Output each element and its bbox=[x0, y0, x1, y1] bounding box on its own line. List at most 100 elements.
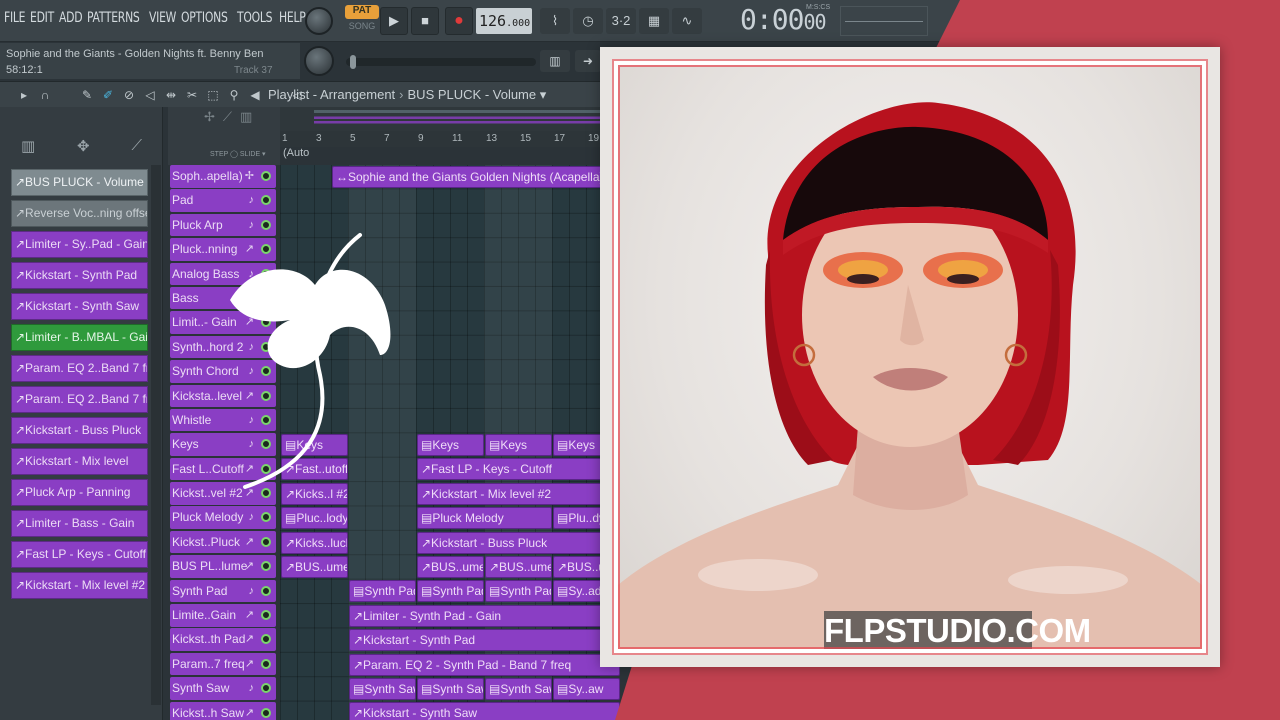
track-header-item[interactable]: Pluck Melody ♪ bbox=[170, 506, 276, 529]
breadcrumb-playlist[interactable]: Playlist - Arrangement bbox=[268, 87, 395, 102]
tempo-display[interactable]: 126.000 bbox=[476, 8, 532, 34]
picker-scrollbar[interactable] bbox=[151, 165, 161, 705]
playlist-clip[interactable]: ▤Pluc..lody bbox=[281, 507, 348, 530]
magnet-icon[interactable]: ∩ bbox=[37, 87, 53, 103]
menu-arrow-icon[interactable]: ▸ bbox=[16, 87, 32, 103]
breadcrumb[interactable]: Playlist - Arrangement › BUS PLUCK - Volum… bbox=[268, 87, 546, 103]
pattern-icon[interactable]: ▥ bbox=[21, 137, 35, 163]
picker-clip[interactable]: ↗Reverse Voc..ning offset bbox=[11, 200, 148, 227]
zoom-icon[interactable]: ⚲ bbox=[226, 87, 242, 103]
track-header-item[interactable]: Soph..apella) ✢ bbox=[170, 165, 276, 188]
playlist-clip[interactable]: ↗Kickstart - Mix level #2 bbox=[417, 482, 620, 505]
piano-roll-icon[interactable]: ▥ bbox=[540, 50, 570, 72]
picker-clip[interactable]: ↗BUS PLUCK - Volume bbox=[11, 169, 148, 196]
automation-icon[interactable]: ⟋ bbox=[132, 137, 143, 163]
menu-file[interactable]: FILE bbox=[4, 10, 26, 26]
slider-handle[interactable] bbox=[350, 55, 356, 69]
playlist-clip[interactable]: ▤Keys bbox=[417, 433, 484, 456]
picker-clip[interactable]: ↗Kickstart - Mix level #2 bbox=[11, 572, 148, 599]
picker-clip[interactable]: ↗Kickstart - Buss Pluck bbox=[11, 417, 148, 444]
timeline-ruler[interactable]: 1 3 5 7 9 11 13 15 17 19 bbox=[280, 131, 600, 147]
picker-clip[interactable]: ↗Fast LP - Keys - Cutoff bbox=[11, 541, 148, 568]
playlist-clip[interactable]: ↗BUS..ume bbox=[485, 555, 552, 578]
mute-icon[interactable]: ◁ bbox=[142, 87, 158, 103]
picker-clip[interactable]: ↗Param. EQ 2..Band 7 freq bbox=[11, 355, 148, 382]
track-mute-led[interactable] bbox=[261, 195, 271, 206]
next-icon[interactable]: ➜ bbox=[575, 50, 601, 72]
brush-icon[interactable]: ✐ bbox=[100, 87, 116, 103]
track-mute-led[interactable] bbox=[261, 561, 271, 572]
picker-clip[interactable]: ↗Kickstart - Synth Pad bbox=[11, 262, 148, 289]
slice-icon[interactable]: ✂ bbox=[184, 87, 200, 103]
metronome-icon[interactable]: ◷ bbox=[573, 8, 603, 34]
playlist-clip[interactable]: ▤Synth Pad bbox=[417, 580, 484, 603]
menu-help[interactable]: HELP bbox=[279, 10, 306, 26]
playlist-clip[interactable]: ↗Kickstart - Buss Pluck bbox=[417, 531, 620, 554]
playlist-clip[interactable]: ▤Synth Saw bbox=[485, 677, 552, 700]
select-icon[interactable]: ⬚ bbox=[205, 87, 221, 103]
track-header-item[interactable]: Kickst..Pluck ↗ bbox=[170, 530, 276, 554]
playlist-clip[interactable]: ▤Keys bbox=[485, 433, 552, 456]
picker-clip[interactable]: ↗Param. EQ 2..Band 7 freq bbox=[11, 386, 148, 413]
track-header-item[interactable]: Limite..Gain ↗ bbox=[170, 604, 276, 627]
delete-icon[interactable]: ⊘ bbox=[121, 87, 137, 103]
slip-icon[interactable]: ⇹ bbox=[163, 87, 179, 103]
playlist-clip[interactable]: ↗Limiter - Synth Pad - Gain bbox=[349, 604, 620, 627]
track-header-item[interactable]: Kickst..th Pad ↗ bbox=[170, 628, 276, 651]
playlist-clip[interactable]: ▤Synth Pad bbox=[485, 580, 552, 603]
song-position-slider[interactable] bbox=[346, 55, 536, 69]
playlist-clip[interactable]: ▤Synth Saw bbox=[349, 677, 416, 700]
main-pitch-knob[interactable] bbox=[304, 46, 334, 76]
playlist-clip[interactable]: ↗BUS..ume bbox=[281, 555, 348, 578]
step-icon[interactable]: 3·2 bbox=[606, 8, 636, 34]
track-mute-led[interactable] bbox=[261, 536, 271, 547]
playlist-clip[interactable]: ▤Sy..aw bbox=[553, 677, 620, 700]
playback-icon[interactable]: ◀ bbox=[247, 87, 263, 103]
track-mute-led[interactable] bbox=[261, 610, 271, 621]
track-mute-led[interactable] bbox=[261, 171, 271, 181]
playlist-clip[interactable]: ▤Pluck Melody bbox=[417, 507, 552, 530]
track-mute-led[interactable] bbox=[261, 683, 271, 694]
track-mute-led[interactable] bbox=[261, 634, 271, 645]
playlist-clip[interactable]: ▤Synth Pad bbox=[349, 580, 416, 603]
playlist-clip[interactable]: ▤Synth Saw bbox=[417, 677, 484, 700]
mixer-icon[interactable]: ▦ bbox=[639, 8, 669, 34]
audio-icon[interactable]: ✥ bbox=[77, 137, 90, 163]
track-header-item[interactable]: Pad ♪ bbox=[170, 189, 276, 212]
picker-clip[interactable]: ↗Limiter - Sy..Pad - Gain bbox=[11, 231, 148, 258]
playlist-clip[interactable]: ↗Fast LP - Keys - Cutoff bbox=[417, 458, 620, 481]
menu-add[interactable]: ADD bbox=[59, 10, 83, 26]
stop-button[interactable]: ■ bbox=[411, 7, 439, 35]
menu-tools[interactable]: TOOLS bbox=[237, 10, 273, 26]
picker-clip[interactable]: ↗Pluck Arp - Panning bbox=[11, 479, 148, 506]
breadcrumb-clip[interactable]: BUS PLUCK - Volume bbox=[408, 87, 537, 102]
track-header-item[interactable]: Synth Saw ♪ bbox=[170, 677, 276, 700]
play-button[interactable]: ▶ bbox=[380, 7, 408, 35]
waveform-icon[interactable]: ∿ bbox=[672, 8, 702, 34]
track-mute-led[interactable] bbox=[261, 707, 271, 718]
menu-options[interactable]: OPTIONS bbox=[181, 10, 228, 26]
track-mute-led[interactable] bbox=[261, 512, 271, 523]
track-header-item[interactable]: Synth Pad ♪ bbox=[170, 579, 276, 603]
menu-view[interactable]: VIEW bbox=[149, 10, 176, 26]
playlist-clip[interactable]: ↗Kicks..luck bbox=[281, 531, 348, 554]
track-header-item[interactable]: Kickst..h Saw ↗ bbox=[170, 701, 276, 720]
menu-patterns[interactable]: PATTERNS bbox=[87, 10, 140, 26]
pencil-icon[interactable]: ✎ bbox=[79, 87, 95, 103]
pat-song-toggle[interactable]: PAT SONG bbox=[345, 5, 379, 37]
link-icon[interactable]: ⟋ bbox=[223, 109, 232, 125]
picker-clip[interactable]: ↗Limiter - Bass - Gain bbox=[11, 510, 148, 537]
playlist-clip[interactable]: ↗BUS..ume bbox=[417, 555, 484, 578]
picker-clip[interactable]: ↗Kickstart - Synth Saw bbox=[11, 293, 148, 320]
record-button[interactable]: ● bbox=[445, 7, 473, 35]
track-mute-led[interactable] bbox=[261, 658, 271, 669]
track-header-item[interactable]: BUS PL..lume ↗ bbox=[170, 555, 276, 578]
track-header-item[interactable]: Param..7 freq ↗ bbox=[170, 652, 276, 676]
add-track-icon[interactable]: ✢ bbox=[204, 109, 215, 125]
step-slide-toggle[interactable]: STEP ◯ SLIDE ▾ bbox=[210, 150, 266, 158]
menu-edit[interactable]: EDIT bbox=[30, 10, 54, 26]
playlist-clip[interactable]: ↔Sophie and the Giants Golden Nights (Ac… bbox=[332, 165, 603, 188]
picker-clip[interactable]: ↗Kickstart - Mix level bbox=[11, 448, 148, 475]
picker-clip[interactable]: ↗Limiter - B..MBAL - Gain bbox=[11, 324, 148, 351]
playlist-clip[interactable]: ↗Param. EQ 2 - Synth Pad - Band 7 freq bbox=[349, 653, 620, 676]
